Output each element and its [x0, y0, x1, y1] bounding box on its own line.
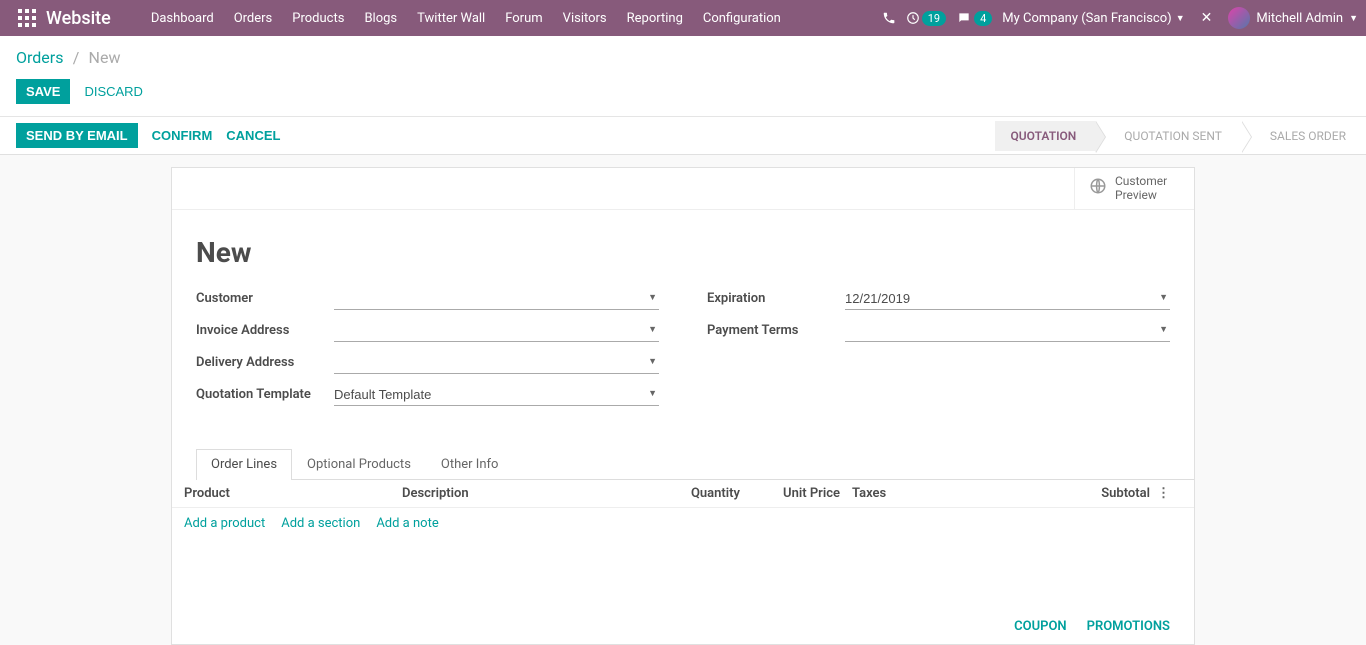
th-subtotal: Subtotal — [910, 486, 1150, 501]
content: Customer Preview New Customer ▼ — [0, 155, 1366, 645]
breadcrumb-root[interactable]: Orders — [16, 48, 63, 67]
globe-icon — [1089, 177, 1107, 199]
th-menu-icon[interactable]: ⋮ — [1150, 486, 1170, 501]
expiration-field[interactable]: ▼ — [845, 288, 1170, 310]
label-invoice-address: Invoice Address — [196, 323, 334, 338]
add-note-link[interactable]: Add a note — [376, 516, 438, 531]
nav-forum[interactable]: Forum — [495, 3, 552, 34]
page-title: New — [172, 210, 1194, 287]
activities-badge: 19 — [922, 11, 946, 26]
nav-blogs[interactable]: Blogs — [354, 3, 407, 34]
left-column: Customer ▼ Invoice Address ▼ — [196, 287, 659, 415]
apps-icon[interactable] — [18, 9, 36, 27]
breadcrumb-current: New — [89, 48, 121, 67]
coupon-link[interactable]: COUPON — [1014, 619, 1067, 634]
customer-field[interactable]: ▼ — [334, 288, 659, 310]
statusbar: SEND BY EMAIL CONFIRM CANCEL QUOTATION Q… — [0, 117, 1366, 155]
messages-badge: 4 — [974, 11, 992, 26]
cancel-button[interactable]: CANCEL — [226, 123, 280, 148]
table-header: Product Description Quantity Unit Price … — [172, 480, 1194, 508]
customer-preview-label: Customer Preview — [1115, 174, 1167, 203]
messages-icon[interactable]: 4 — [956, 11, 992, 26]
th-quantity: Quantity — [660, 486, 740, 501]
tab-optional-products[interactable]: Optional Products — [292, 449, 426, 479]
payment-terms-field[interactable]: ▼ — [845, 320, 1170, 342]
label-quotation-template: Quotation Template — [196, 387, 334, 402]
chevron-down-icon: ▼ — [648, 292, 657, 303]
nav-twitter-wall[interactable]: Twitter Wall — [407, 3, 495, 34]
quotation-template-input[interactable] — [334, 387, 641, 402]
action-row: SAVE DISCARD — [0, 75, 1366, 117]
label-delivery-address: Delivery Address — [196, 355, 334, 370]
save-button[interactable]: SAVE — [16, 79, 70, 104]
customer-preview-button[interactable]: Customer Preview — [1074, 168, 1194, 209]
user-name: Mitchell Admin — [1256, 11, 1343, 26]
th-product: Product — [184, 486, 402, 501]
nav-dashboard[interactable]: Dashboard — [141, 3, 224, 34]
avatar — [1228, 7, 1250, 29]
breadcrumb: Orders / New — [0, 36, 1366, 75]
nav-menu: Dashboard Orders Products Blogs Twitter … — [141, 3, 791, 34]
form-sheet: Customer Preview New Customer ▼ — [171, 167, 1195, 645]
add-row: Add a product Add a section Add a note — [172, 508, 1194, 539]
th-description: Description — [402, 486, 660, 501]
brand-title[interactable]: Website — [46, 8, 111, 29]
step-quotation[interactable]: QUOTATION — [995, 121, 1097, 151]
nav-configuration[interactable]: Configuration — [693, 3, 791, 34]
nav-orders[interactable]: Orders — [224, 3, 283, 34]
nav-visitors[interactable]: Visitors — [553, 3, 617, 34]
chevron-down-icon: ▼ — [1349, 13, 1358, 24]
tabs: Order Lines Optional Products Other Info — [196, 449, 1194, 480]
tab-other-info[interactable]: Other Info — [426, 449, 514, 479]
th-unit-price: Unit Price — [740, 486, 840, 501]
phone-icon[interactable] — [882, 11, 896, 25]
add-section-link[interactable]: Add a section — [281, 516, 360, 531]
delivery-address-input[interactable] — [334, 355, 641, 370]
chevron-down-icon: ▼ — [648, 324, 657, 335]
th-taxes: Taxes — [840, 486, 910, 501]
step-sales-order: SALES ORDER — [1242, 121, 1366, 151]
status-actions: SEND BY EMAIL CONFIRM CANCEL — [0, 117, 296, 154]
invoice-address-input[interactable] — [334, 323, 641, 338]
topbar-right: 19 4 My Company (San Francisco) ▼ ✕ Mitc… — [882, 7, 1358, 29]
activities-icon[interactable]: 19 — [906, 11, 946, 26]
add-product-link[interactable]: Add a product — [184, 516, 265, 531]
breadcrumb-sep: / — [73, 48, 80, 67]
bottom-links: COUPON PROMOTIONS — [172, 609, 1194, 644]
button-box: Customer Preview — [172, 168, 1194, 210]
close-icon[interactable]: ✕ — [1195, 10, 1219, 26]
label-customer: Customer — [196, 291, 334, 306]
right-column: Expiration ▼ Payment Terms ▼ — [707, 287, 1170, 415]
step-quotation-sent: QUOTATION SENT — [1096, 121, 1242, 151]
company-selector[interactable]: My Company (San Francisco) ▼ — [1002, 11, 1184, 26]
user-menu[interactable]: Mitchell Admin ▼ — [1228, 7, 1358, 29]
discard-button[interactable]: DISCARD — [84, 79, 143, 104]
form-body: Customer ▼ Invoice Address ▼ — [172, 287, 1194, 435]
confirm-button[interactable]: CONFIRM — [152, 123, 213, 148]
send-by-email-button[interactable]: SEND BY EMAIL — [16, 123, 138, 148]
chevron-down-icon: ▼ — [1159, 292, 1168, 303]
chevron-down-icon: ▼ — [1176, 13, 1185, 24]
customer-input[interactable] — [334, 291, 641, 306]
promotions-link[interactable]: PROMOTIONS — [1087, 619, 1170, 634]
company-name: My Company (San Francisco) — [1002, 11, 1171, 26]
nav-reporting[interactable]: Reporting — [617, 3, 693, 34]
quotation-template-field[interactable]: ▼ — [334, 384, 659, 406]
delivery-address-field[interactable]: ▼ — [334, 352, 659, 374]
status-steps: QUOTATION QUOTATION SENT SALES ORDER — [995, 121, 1366, 151]
tab-order-lines[interactable]: Order Lines — [196, 449, 292, 480]
nav-products[interactable]: Products — [282, 3, 354, 34]
payment-terms-input[interactable] — [845, 323, 1152, 338]
topbar: Website Dashboard Orders Products Blogs … — [0, 0, 1366, 36]
chevron-down-icon: ▼ — [648, 388, 657, 399]
expiration-input[interactable] — [845, 291, 1152, 306]
label-expiration: Expiration — [707, 291, 845, 306]
invoice-address-field[interactable]: ▼ — [334, 320, 659, 342]
chevron-down-icon: ▼ — [648, 356, 657, 367]
label-payment-terms: Payment Terms — [707, 323, 845, 338]
chevron-down-icon: ▼ — [1159, 324, 1168, 335]
